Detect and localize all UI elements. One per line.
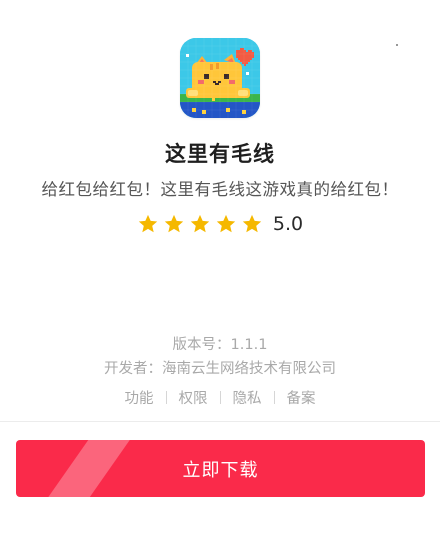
separator: [273, 391, 275, 404]
star-icon: [138, 214, 158, 233]
rating-row: 5.0: [0, 210, 440, 238]
app-name: 这里有毛线: [165, 142, 275, 166]
divider: [0, 421, 440, 422]
separator: [219, 391, 221, 404]
star-icon: [190, 214, 210, 233]
download-button[interactable]: 立即下载: [16, 440, 425, 497]
app-tagline: 给红包给红包！这里有毛线这游戏真的给红包！: [41, 180, 399, 199]
star-icon: [164, 214, 184, 233]
download-button-label: 立即下载: [182, 459, 259, 481]
star-icon: [242, 214, 262, 233]
separator: [165, 391, 167, 404]
rating-value: 5.0: [272, 213, 304, 235]
version-info: 版本号：1.1.1: [172, 337, 268, 353]
link-privacy[interactable]: 隐私: [233, 387, 262, 408]
app-icon: [180, 38, 260, 118]
developer-info: 开发者：海南云生网络技术有限公司: [104, 361, 336, 377]
link-features[interactable]: 功能: [125, 387, 154, 408]
info-links: 功能 权限 隐私 备案: [0, 387, 440, 408]
button-shine: [45, 440, 131, 497]
link-filing[interactable]: 备案: [287, 387, 316, 408]
decorative-dot: [396, 44, 398, 46]
link-permissions[interactable]: 权限: [179, 387, 208, 408]
star-icon: [216, 214, 236, 233]
